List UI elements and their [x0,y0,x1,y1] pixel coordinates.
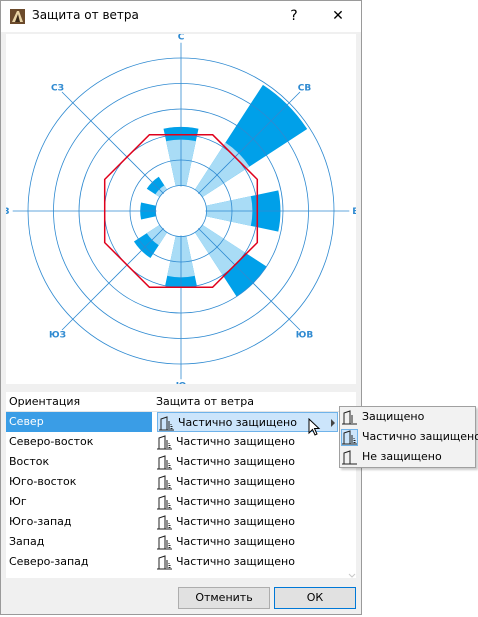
partially-protected-icon [157,495,172,510]
protection-value: Частично защищено [176,555,295,568]
direction-label: ЮЗ [49,331,66,341]
title-bar: Защита от ветра ? ✕ [1,1,361,32]
unprotected-icon [342,450,357,465]
table-row[interactable]: Север Частично защищено [6,412,346,432]
direction-label: В [352,207,356,217]
wind-rose-chart: С СВ В ЮВ Ю ЮЗ З СЗ [6,34,356,384]
protection-value: Частично защищено [176,515,295,528]
partially-protected-icon [159,416,174,431]
protection-value: Частично защищено [176,535,295,548]
center-hole [156,186,206,236]
partially-protected-icon [157,515,172,530]
ok-button[interactable]: ОК [274,587,356,609]
partially-protected-icon [157,435,172,450]
orientation-cell: Восток [9,455,50,468]
protection-value: Частично защищено [176,455,295,468]
table-row[interactable]: Юго-восток Частично защищено [6,472,346,492]
partially-protected-icon [157,555,172,570]
direction-label: СВ [298,83,312,93]
menu-item-partially-protected[interactable]: Частично защищено [340,427,478,447]
close-button[interactable]: ✕ [324,5,352,27]
help-button[interactable]: ? [280,5,308,27]
table-row[interactable]: Северо-запад Частично защищено [6,552,346,572]
table-row[interactable]: Запад Частично защищено [6,532,346,552]
partially-protected-icon [157,475,172,490]
table-row[interactable]: Юго-запад Частично защищено [6,512,346,532]
window-title: Защита от ветра [32,8,139,22]
app-icon [10,9,25,24]
menu-item-label: Не защищено [362,450,442,463]
scroll-down-icon [348,573,356,578]
submenu-arrow-icon [331,419,335,427]
protection-value: Частично защищено [178,416,297,429]
partially-protected-icon [341,429,358,446]
cancel-button[interactable]: Отменить [178,587,270,609]
direction-label: Ю [176,382,187,384]
orientation-cell: Запад [9,535,45,548]
menu-item-unprotected[interactable]: Не защищено [340,447,475,467]
column-header-orientation: Ориентация [9,395,81,408]
orientation-cell: Северо-восток [9,435,94,448]
protected-icon [342,410,357,425]
orientation-cell: Север [6,412,152,432]
partially-protected-icon [157,535,172,550]
orientation-cell: Юго-запад [9,515,72,528]
menu-item-protected[interactable]: Защищено [340,407,475,427]
protection-dropdown-menu: Защищено Частично защищено Не защищено [339,406,478,468]
menu-item-label: Защищено [362,410,425,423]
table-row[interactable]: Северо-восток Частично защищено [6,432,346,452]
menu-item-label: Частично защищено [362,430,478,443]
orientation-cell: Юго-восток [9,475,77,488]
protection-value: Частично защищено [176,495,295,508]
partially-protected-icon [157,455,172,470]
protection-value: Частично защищено [176,435,295,448]
mouse-cursor-icon [308,418,321,436]
direction-label: ЮВ [296,331,314,341]
direction-label: З [6,207,10,217]
table-row[interactable]: Юг Частично защищено [6,492,346,512]
table-row[interactable]: Восток Частично защищено [6,452,346,472]
protection-value: Частично защищено [176,475,295,488]
column-header-protection: Защита от ветра [156,395,254,408]
orientation-cell: Северо-запад [9,555,89,568]
orientation-grid: Ориентация Защита от ветра Север Частично… [6,392,356,578]
direction-label: СЗ [51,83,64,93]
wind-protection-dialog: Защита от ветра ? ✕ С СВ В ЮВ Ю ЮЗ З СЗ Ориента… [0,0,362,615]
orientation-cell: Юг [9,495,27,508]
direction-label: С [178,34,185,42]
